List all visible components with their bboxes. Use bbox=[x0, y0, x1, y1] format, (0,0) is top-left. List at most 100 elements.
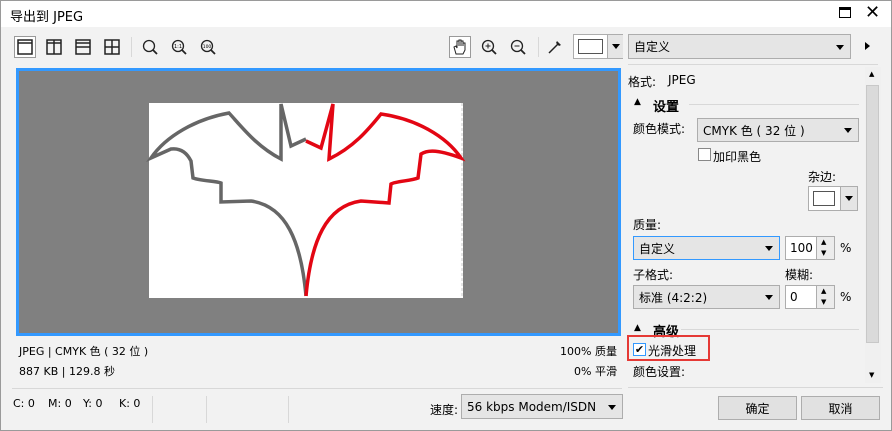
format-value: JPEG bbox=[668, 73, 696, 87]
divider bbox=[12, 388, 622, 389]
blur-percent: % bbox=[840, 290, 852, 304]
split-horizontal-button[interactable] bbox=[72, 36, 94, 58]
subformat-value: 标准 (4:2:2) bbox=[639, 290, 708, 305]
zoom-100-button[interactable]: 100 bbox=[197, 36, 219, 58]
speed-select[interactable]: 56 kbps Modem/ISDN bbox=[461, 394, 623, 419]
chevron-down-icon bbox=[765, 246, 773, 251]
quality-select[interactable]: 自定义 bbox=[633, 236, 780, 260]
eyedropper-button[interactable] bbox=[544, 36, 566, 58]
zoom-100-icon: 100 bbox=[200, 39, 216, 55]
split-horizontal-icon bbox=[75, 39, 91, 55]
dialog-title: 导出到 JPEG bbox=[10, 10, 84, 25]
cancel-label: 取消 bbox=[828, 401, 853, 416]
format-label: 格式: bbox=[628, 75, 657, 89]
scroll-up-icon: ▲ bbox=[869, 70, 875, 78]
chevron-down-icon[interactable] bbox=[840, 187, 857, 210]
zoom-out-button[interactable] bbox=[507, 36, 529, 58]
divider bbox=[206, 396, 207, 423]
divider bbox=[131, 37, 132, 57]
chevron-down-icon[interactable] bbox=[607, 35, 623, 58]
settings-header[interactable]: 设置 bbox=[653, 96, 679, 115]
collapse-advanced-icon[interactable]: ▲ bbox=[634, 323, 641, 333]
background-color-picker[interactable] bbox=[573, 34, 623, 59]
preview-canvas bbox=[149, 103, 463, 298]
divider bbox=[628, 387, 883, 388]
speed-value: 56 kbps Modem/ISDN bbox=[467, 399, 597, 414]
ok-button[interactable]: 确定 bbox=[718, 396, 797, 420]
zoom-in-icon bbox=[481, 39, 497, 55]
chevron-down-icon bbox=[836, 44, 844, 50]
subformat-label: 子格式: bbox=[633, 268, 674, 282]
divider bbox=[538, 37, 539, 57]
panel-scrollbar[interactable]: ▲ ▼ bbox=[865, 67, 881, 383]
collapse-settings-icon[interactable]: ▲ bbox=[634, 97, 641, 107]
color-mode-select[interactable]: CMYK 色 ( 32 位 ) bbox=[697, 118, 859, 142]
chevron-down-icon bbox=[608, 404, 616, 410]
zoom-in-button[interactable] bbox=[478, 36, 500, 58]
ok-label: 确定 bbox=[745, 401, 770, 416]
zoom-fit-button[interactable] bbox=[139, 36, 161, 58]
matte-label: 杂边: bbox=[808, 170, 837, 184]
preview-format-info: JPEG | CMYK 色 ( 32 位 ) bbox=[19, 345, 149, 358]
overprint-black-checkbox[interactable] bbox=[698, 148, 711, 161]
divider bbox=[689, 104, 859, 105]
single-view-icon bbox=[17, 39, 33, 55]
checkmark-icon: ✔ bbox=[634, 343, 645, 356]
quality-percent: % bbox=[840, 241, 852, 255]
divider bbox=[628, 64, 878, 65]
subformat-select[interactable]: 标准 (4:2:2) bbox=[633, 285, 780, 309]
cyan-readout: C: 0 bbox=[13, 397, 35, 410]
quality-label: 质量: bbox=[633, 218, 662, 232]
blur-input[interactable]: 0 bbox=[785, 285, 817, 309]
svg-text:1:1: 1:1 bbox=[174, 44, 182, 50]
chevron-down-icon bbox=[765, 295, 773, 300]
zoom-out-icon bbox=[510, 39, 526, 55]
zoom-actual-icon: 1:1 bbox=[171, 39, 187, 55]
cancel-button[interactable]: 取消 bbox=[801, 396, 880, 420]
preview-pane[interactable] bbox=[16, 68, 621, 336]
preset-select[interactable]: 自定义 bbox=[628, 34, 851, 59]
quality-number: 100 bbox=[790, 241, 813, 255]
zoom-fit-icon bbox=[142, 39, 158, 55]
scroll-down-icon: ▼ bbox=[869, 371, 875, 379]
speed-label: 速度: bbox=[430, 403, 459, 417]
zoom-1-1-button[interactable]: 1:1 bbox=[168, 36, 190, 58]
preview-smoothing-info: 0% 平滑 bbox=[574, 365, 617, 378]
blur-spinner[interactable]: ▲ ▼ bbox=[817, 285, 835, 309]
blur-value: 0 bbox=[790, 290, 798, 304]
hand-icon bbox=[453, 39, 466, 55]
maximize-icon[interactable] bbox=[839, 7, 851, 18]
preview-image bbox=[146, 103, 466, 298]
smoothing-label: 光滑处理 bbox=[648, 344, 697, 358]
expand-arrow-icon[interactable] bbox=[865, 42, 870, 50]
chevron-down-icon bbox=[844, 128, 852, 133]
svg-text:100: 100 bbox=[203, 44, 212, 50]
split-vertical-button[interactable] bbox=[43, 36, 65, 58]
eyedropper-icon bbox=[548, 41, 561, 54]
quality-number-input[interactable]: 100 bbox=[785, 236, 817, 260]
single-view-button[interactable] bbox=[14, 36, 36, 58]
color-swatch bbox=[578, 39, 603, 54]
yellow-readout: Y: 0 bbox=[83, 397, 103, 410]
color-settings-label: 颜色设置: bbox=[633, 365, 686, 379]
pan-tool-button[interactable] bbox=[449, 36, 471, 58]
black-readout: K: 0 bbox=[119, 397, 141, 410]
blur-label: 模糊: bbox=[785, 268, 814, 282]
quad-view-icon bbox=[104, 39, 120, 55]
split-vertical-icon bbox=[46, 39, 62, 55]
color-swatch bbox=[813, 191, 835, 206]
magenta-readout: M: 0 bbox=[48, 397, 72, 410]
matte-color-picker[interactable] bbox=[808, 186, 858, 211]
close-icon[interactable]: ✕ bbox=[865, 2, 880, 23]
color-mode-value: CMYK 色 ( 32 位 ) bbox=[703, 123, 805, 138]
smoothing-checkbox[interactable]: ✔ bbox=[633, 343, 646, 356]
quality-spinner[interactable]: ▲ ▼ bbox=[817, 236, 835, 260]
scrollbar-thumb[interactable] bbox=[866, 85, 879, 343]
divider bbox=[288, 396, 289, 423]
quad-view-button[interactable] bbox=[101, 36, 123, 58]
color-mode-label: 颜色模式: bbox=[633, 122, 686, 136]
divider bbox=[152, 396, 153, 423]
preview-size-info: 887 KB | 129.8 秒 bbox=[19, 365, 115, 378]
preset-value: 自定义 bbox=[634, 40, 671, 54]
preview-quality-info: 100% 质量 bbox=[560, 345, 617, 358]
